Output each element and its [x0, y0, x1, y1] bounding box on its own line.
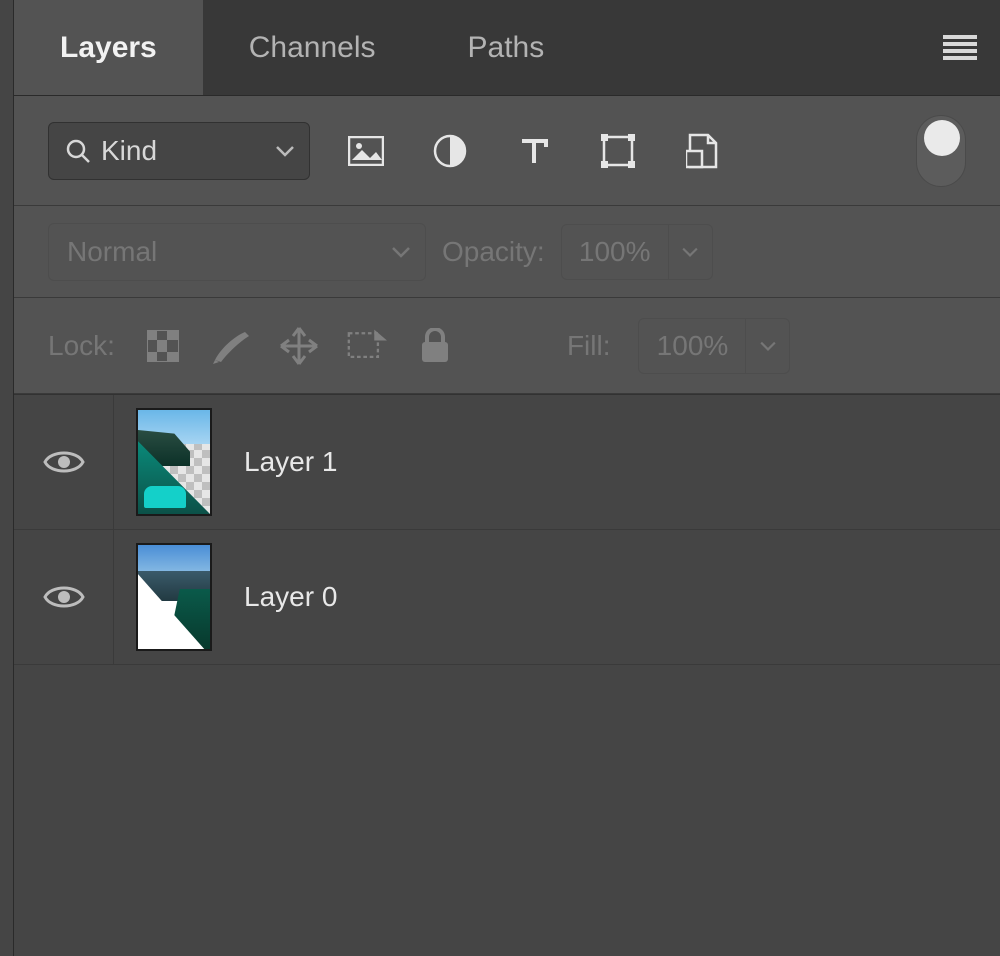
- blend-mode-dropdown[interactable]: Normal: [48, 223, 426, 281]
- lock-position-icon[interactable]: [279, 326, 319, 366]
- blend-opacity-row: Normal Opacity: 100%: [14, 206, 1000, 298]
- opacity-label: Opacity:: [442, 236, 545, 268]
- filter-kind-label: Kind: [101, 135, 265, 167]
- filter-adjustment-icon[interactable]: [430, 131, 470, 171]
- lock-pixels-icon[interactable]: [211, 326, 251, 366]
- chevron-down-icon: [275, 144, 295, 158]
- panel-tabs: Layers Channels Paths: [14, 0, 1000, 96]
- layer-thumbnail[interactable]: [136, 408, 212, 516]
- lock-label: Lock:: [48, 330, 115, 362]
- layer-thumbnail[interactable]: [136, 543, 212, 651]
- tab-label: Channels: [249, 31, 376, 65]
- layer-row[interactable]: Layer 0: [14, 530, 1000, 665]
- layer-list: Layer 1 Layer 0: [14, 394, 1000, 956]
- tab-paths[interactable]: Paths: [422, 0, 591, 95]
- tab-label: Paths: [468, 31, 545, 65]
- chevron-down-icon: [681, 246, 699, 258]
- filter-smartobject-icon[interactable]: [682, 131, 722, 171]
- eye-icon: [43, 448, 85, 476]
- filter-toggle[interactable]: [916, 115, 966, 187]
- tab-label: Layers: [60, 31, 157, 65]
- opacity-value: 100%: [579, 236, 651, 268]
- layer-name[interactable]: Layer 1: [234, 446, 337, 478]
- fill-label: Fill:: [567, 330, 611, 362]
- toggle-knob: [924, 120, 960, 156]
- layer-name[interactable]: Layer 0: [234, 581, 337, 613]
- visibility-toggle[interactable]: [14, 395, 114, 529]
- layer-filter-row: Kind: [14, 96, 1000, 206]
- visibility-toggle[interactable]: [14, 530, 114, 664]
- lock-all-icon[interactable]: [415, 326, 455, 366]
- filter-pixel-icon[interactable]: [346, 131, 386, 171]
- chevron-down-icon: [391, 245, 411, 259]
- layers-panel: Layers Channels Paths Kind: [14, 0, 1000, 956]
- filter-type-icon[interactable]: [514, 131, 554, 171]
- lock-fill-row: Lock: Fill: 100%: [14, 298, 1000, 394]
- fill-input[interactable]: 100%: [638, 318, 746, 374]
- filter-shape-icon[interactable]: [598, 131, 638, 171]
- panel-left-gutter: [0, 0, 14, 956]
- eye-icon: [43, 583, 85, 611]
- blend-mode-label: Normal: [67, 236, 391, 268]
- search-icon: [65, 138, 91, 164]
- fill-value: 100%: [657, 330, 729, 362]
- fill-dropdown[interactable]: [746, 318, 790, 374]
- lock-artboard-icon[interactable]: [347, 326, 387, 366]
- hamburger-icon: [943, 35, 977, 61]
- opacity-input[interactable]: 100%: [561, 224, 669, 280]
- panel-menu-button[interactable]: [920, 0, 1000, 95]
- tab-channels[interactable]: Channels: [203, 0, 422, 95]
- tab-layers[interactable]: Layers: [14, 0, 203, 95]
- opacity-dropdown[interactable]: [669, 224, 713, 280]
- lock-transparency-icon[interactable]: [143, 326, 183, 366]
- layer-row[interactable]: Layer 1: [14, 395, 1000, 530]
- filter-kind-dropdown[interactable]: Kind: [48, 122, 310, 180]
- chevron-down-icon: [759, 340, 777, 352]
